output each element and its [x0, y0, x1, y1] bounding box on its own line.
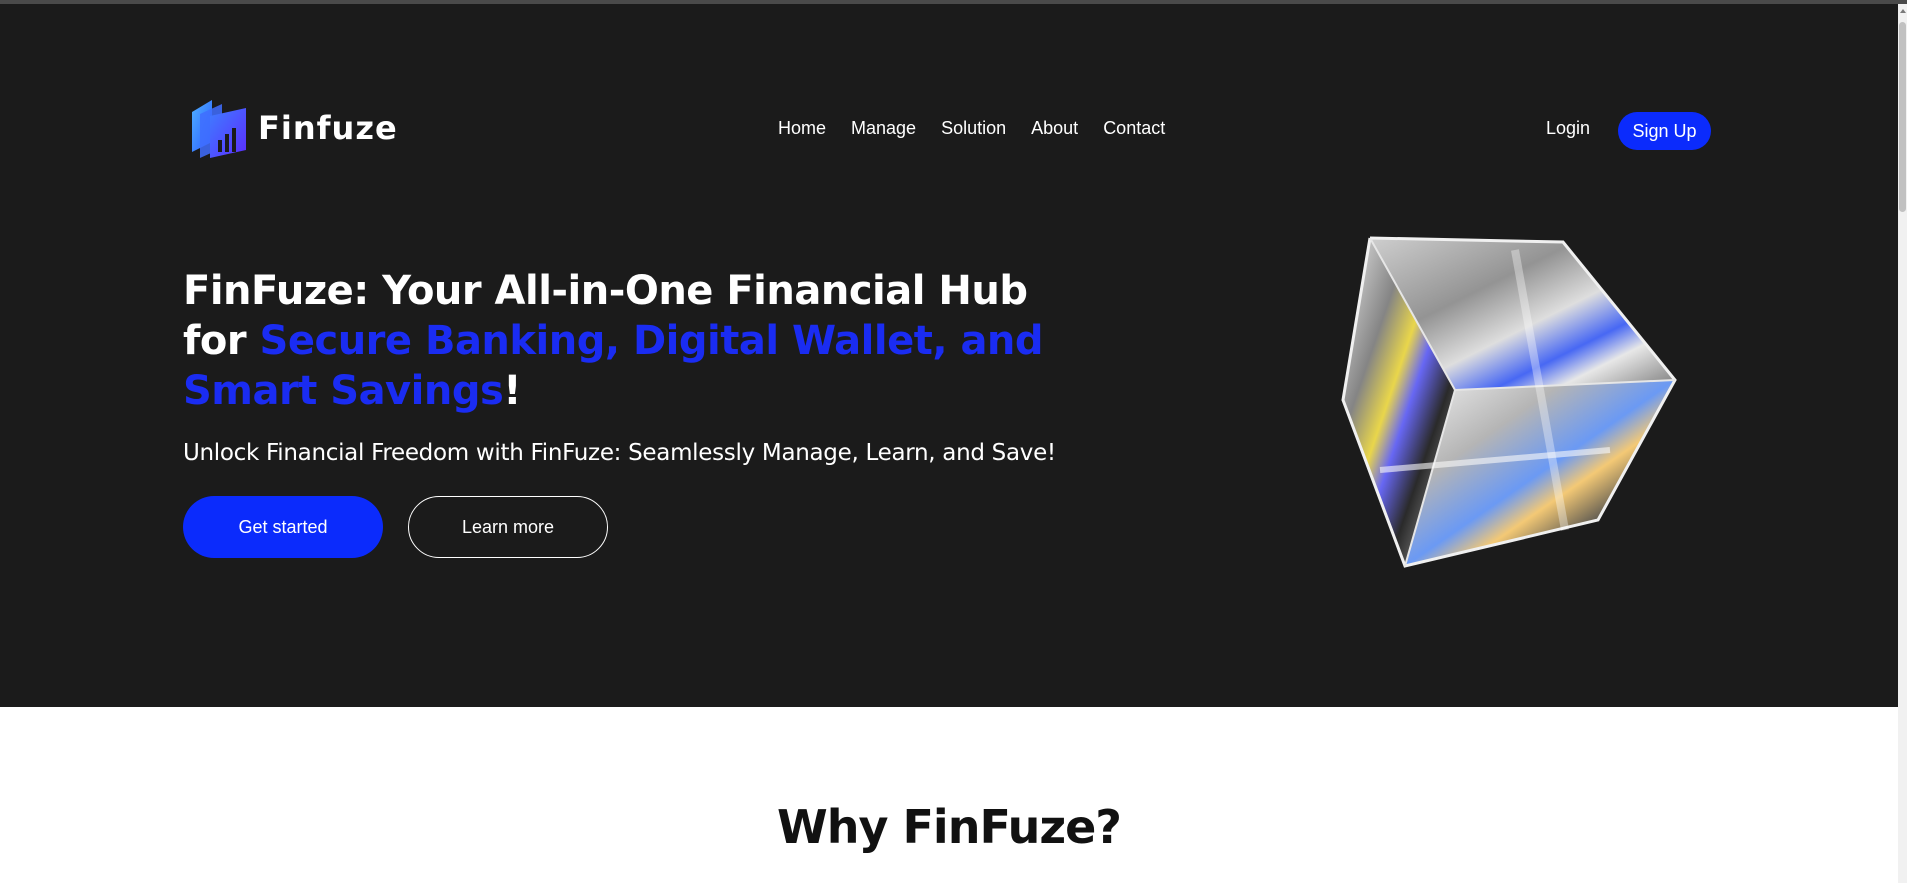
main-nav: Home Manage Solution About Contact — [778, 118, 1165, 139]
nav-manage[interactable]: Manage — [851, 118, 916, 139]
hero-subtitle: Unlock Financial Freedom with FinFuze: S… — [183, 440, 1056, 466]
brand-name: Finfuze — [258, 109, 398, 147]
headline-accent: Secure Banking, Digital Wallet, and Smar… — [183, 318, 1044, 414]
learn-more-button[interactable]: Learn more — [408, 496, 608, 558]
scroll-up-arrow-icon[interactable] — [1898, 4, 1907, 18]
logo-icon — [190, 96, 248, 160]
get-started-button[interactable]: Get started — [183, 496, 383, 558]
scrollbar-thumb[interactable] — [1899, 22, 1906, 212]
nav-about[interactable]: About — [1031, 118, 1078, 139]
why-finfuze-heading: Why FinFuze? — [777, 800, 1122, 854]
nav-solution[interactable]: Solution — [941, 118, 1006, 139]
signup-button[interactable]: Sign Up — [1618, 112, 1711, 150]
nav-home[interactable]: Home — [778, 118, 826, 139]
brand-logo[interactable]: Finfuze — [190, 96, 398, 160]
hero-glass-cube-image — [1335, 230, 1685, 575]
login-link[interactable]: Login — [1546, 118, 1590, 139]
page-scrollbar[interactable] — [1898, 4, 1907, 883]
nav-contact[interactable]: Contact — [1103, 118, 1165, 139]
hero-headline: FinFuze: Your All-in-One Financial Hub f… — [183, 266, 1063, 416]
headline-end: ! — [503, 368, 522, 414]
